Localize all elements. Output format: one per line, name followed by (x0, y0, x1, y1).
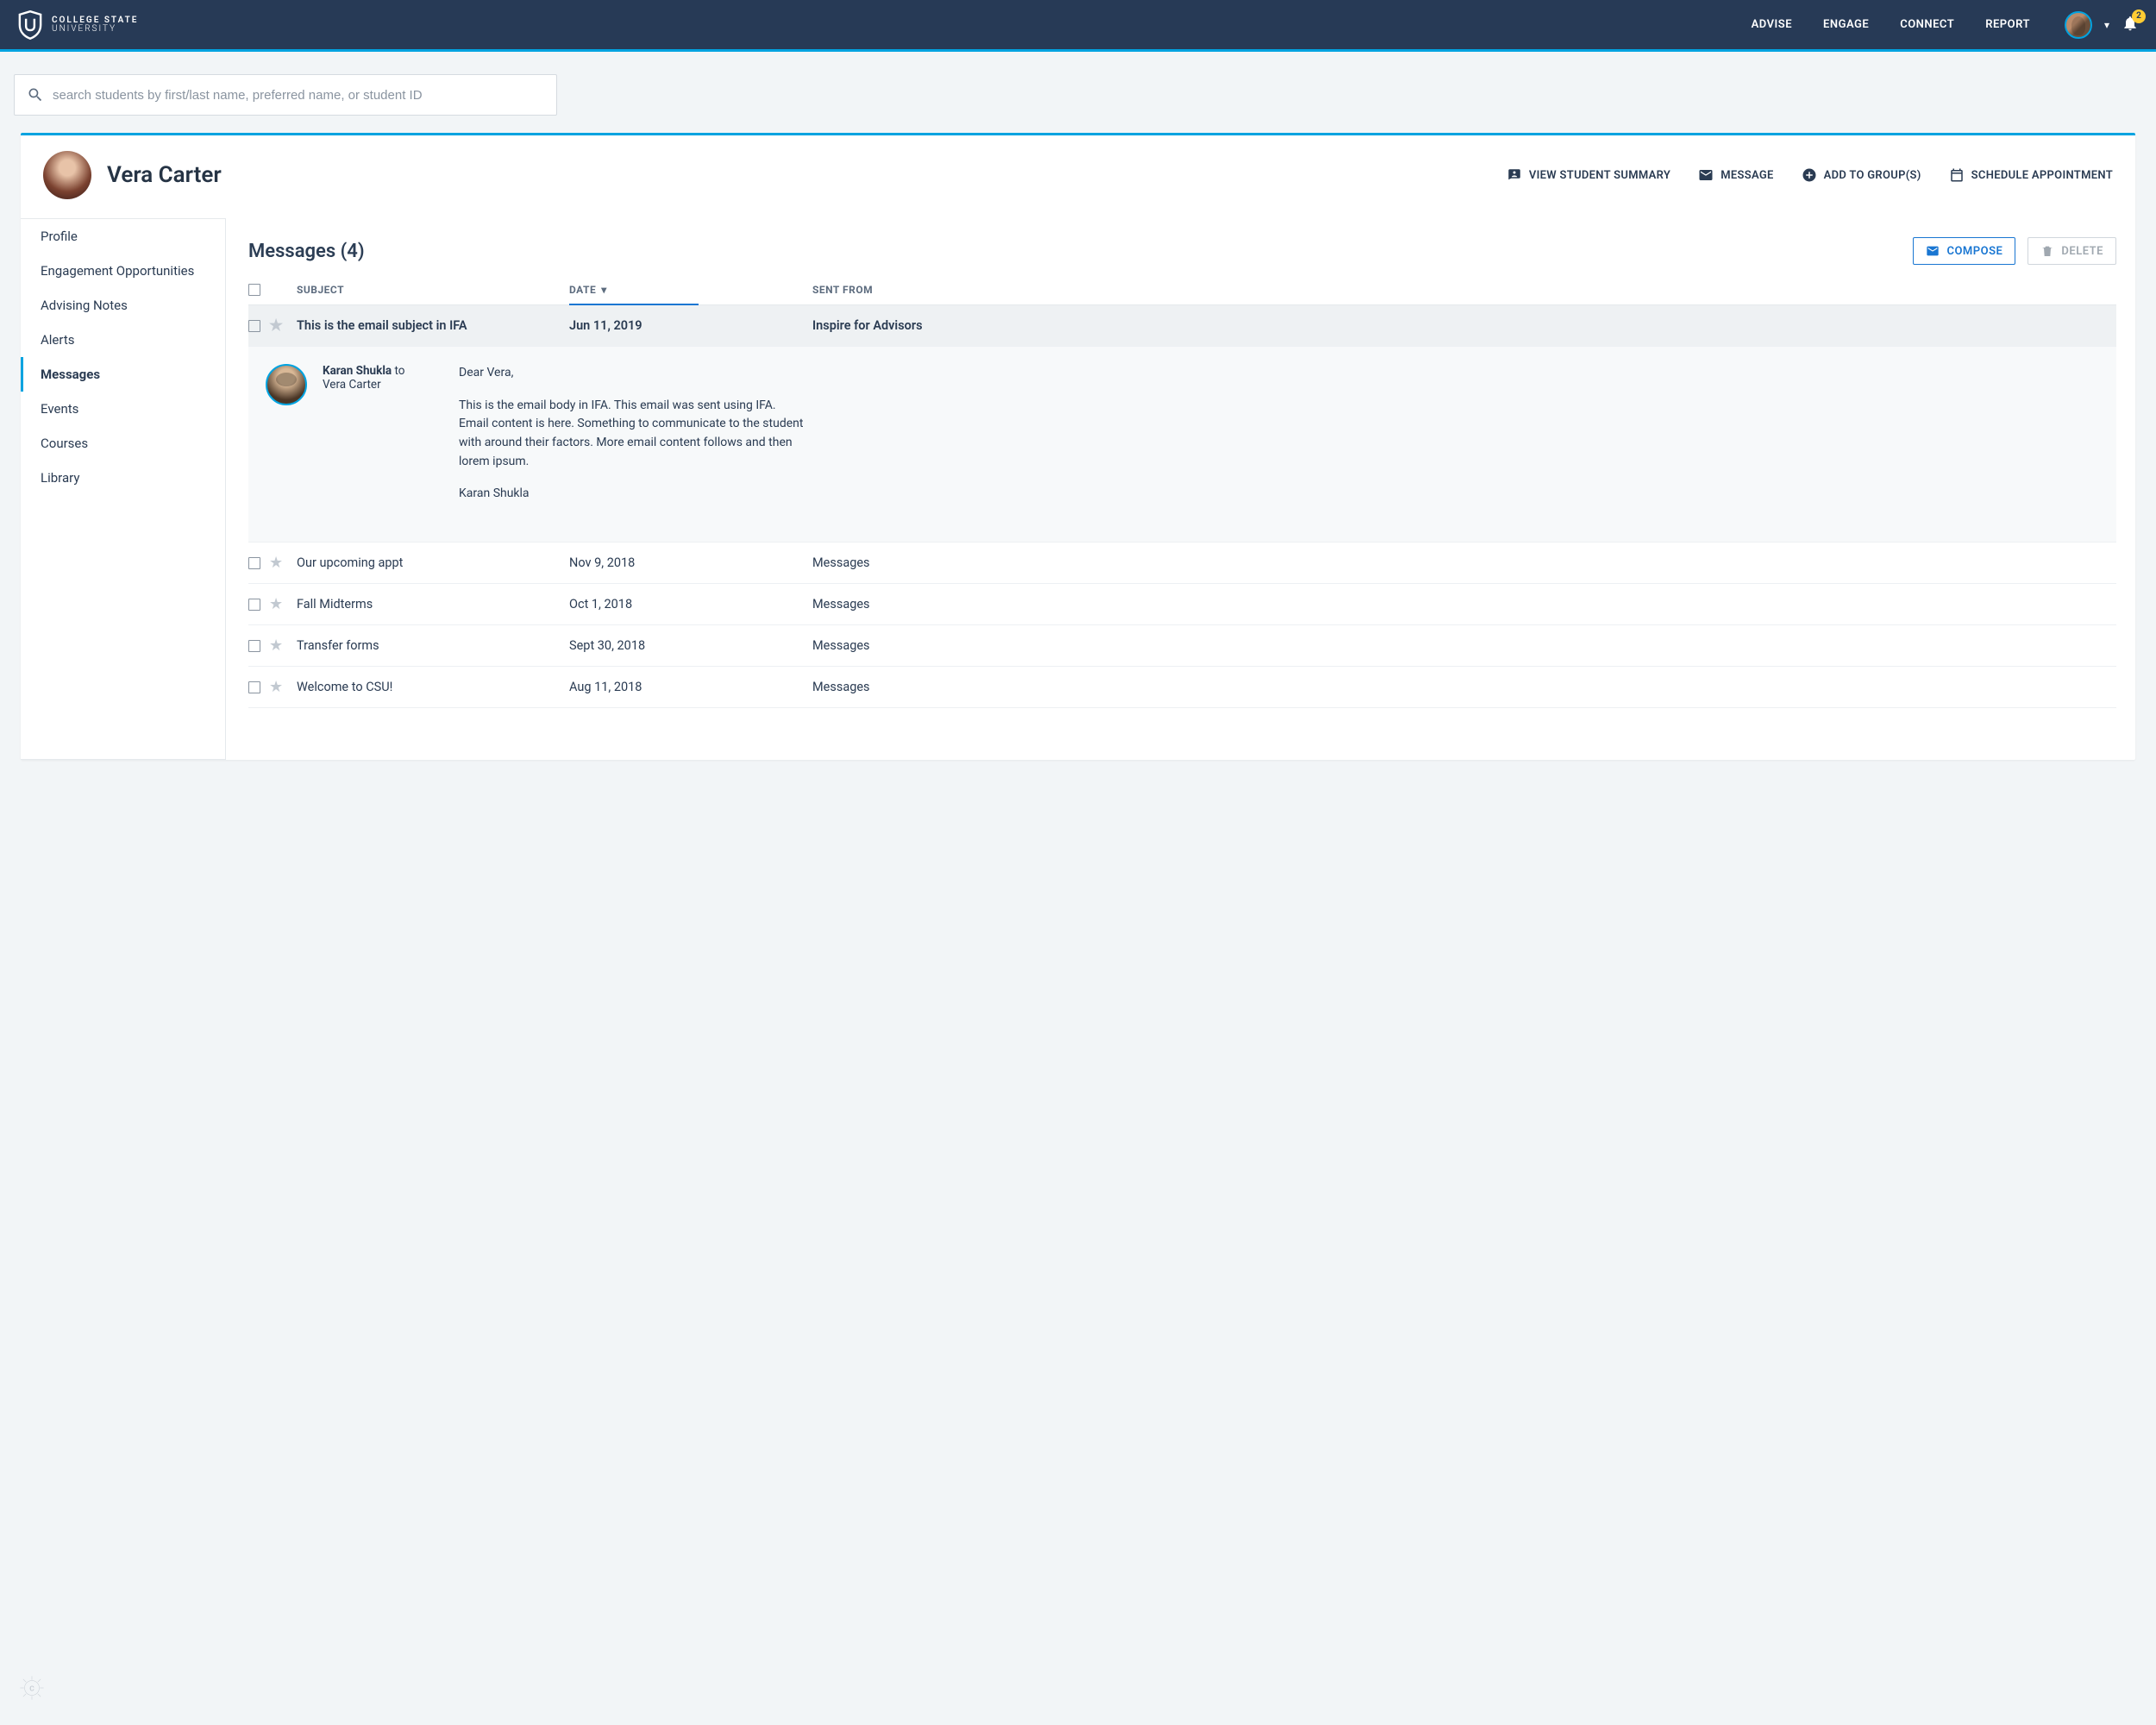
sidebar-item-advising[interactable]: Advising Notes (21, 288, 225, 323)
col-from[interactable]: SENT FROM (812, 284, 2116, 296)
delete-button[interactable]: DELETE (2028, 237, 2116, 265)
message-row[interactable]: ★ This is the email subject in IFA Jun 1… (248, 305, 2116, 347)
row-checkbox[interactable] (248, 640, 260, 652)
search-icon (27, 86, 44, 104)
brand: COLLEGE STATE UNIVERSITY (17, 10, 138, 40)
row-checkbox[interactable] (248, 557, 260, 569)
message-row[interactable]: ★ Our upcoming appt Nov 9, 2018 Messages (248, 543, 2116, 584)
message-meta: Karan Shukla to Vera Carter (323, 364, 443, 518)
sender-avatar (266, 364, 307, 405)
row-checkbox[interactable] (248, 320, 260, 332)
message-button[interactable]: MESSAGE (1698, 167, 1773, 183)
svg-text:C: C (29, 1684, 34, 1693)
star-icon[interactable]: ★ (269, 317, 283, 335)
search-container (14, 74, 557, 116)
sidebar-item-library[interactable]: Library (21, 461, 225, 495)
mail-icon (1698, 167, 1714, 183)
user-avatar[interactable] (2065, 11, 2092, 39)
topbar-right: ▾ 2 (2065, 11, 2139, 39)
watermark-icon: C (17, 1673, 47, 1703)
group-add-icon (1802, 167, 1817, 183)
sidebar-item-profile[interactable]: Profile (21, 219, 225, 254)
notification-badge: 2 (2132, 9, 2146, 23)
message-row[interactable]: ★ Transfer forms Sept 30, 2018 Messages (248, 625, 2116, 667)
sidebar-item-events[interactable]: Events (21, 392, 225, 426)
message-body: Dear Vera, This is the email body in IFA… (459, 364, 804, 518)
main-top: Messages (4) COMPOSE DELETE (248, 237, 2116, 265)
star-icon[interactable]: ★ (269, 554, 283, 572)
topbar: COLLEGE STATE UNIVERSITY ADVISE ENGAGE C… (0, 0, 2156, 52)
mail-icon (1926, 244, 1940, 258)
sort-desc-icon: ▾ (601, 284, 607, 296)
nav-connect[interactable]: CONNECT (1900, 18, 1954, 31)
select-all-checkbox[interactable] (248, 284, 260, 296)
trash-icon (2040, 244, 2054, 258)
search-input[interactable] (53, 88, 544, 103)
active-sort-underline (569, 304, 699, 305)
nav: ADVISE ENGAGE CONNECT REPORT (1752, 18, 2030, 31)
messages-title: Messages (4) (248, 241, 365, 262)
row-checkbox[interactable] (248, 681, 260, 693)
brand-line2: UNIVERSITY (52, 25, 138, 34)
star-icon[interactable]: ★ (269, 595, 283, 613)
nav-engage[interactable]: ENGAGE (1823, 18, 1869, 31)
student-card: Vera Carter VIEW STUDENT SUMMARY MESSAGE… (21, 133, 2135, 760)
star-icon[interactable]: ★ (269, 678, 283, 696)
table-header: SUBJECT DATE▾ SENT FROM (248, 284, 2116, 305)
contact-card-icon (1507, 167, 1522, 183)
message-row[interactable]: ★ Fall Midterms Oct 1, 2018 Messages (248, 584, 2116, 625)
message-row[interactable]: ★ Welcome to CSU! Aug 11, 2018 Messages (248, 667, 2116, 708)
student-avatar (43, 151, 91, 199)
sidebar-item-engagement[interactable]: Engagement Opportunities (21, 254, 225, 288)
notifications-button[interactable]: 2 (2122, 15, 2139, 35)
main-panel: Messages (4) COMPOSE DELETE SUBJECT DATE… (226, 218, 2135, 760)
search-section (0, 52, 2156, 133)
nav-advise[interactable]: ADVISE (1752, 18, 1792, 31)
add-to-group-button[interactable]: ADD TO GROUP(S) (1802, 167, 1921, 183)
sidebar-item-courses[interactable]: Courses (21, 426, 225, 461)
calendar-icon (1949, 167, 1965, 183)
brand-logo-icon (17, 10, 43, 40)
col-date[interactable]: DATE▾ (569, 284, 812, 296)
student-name: Vera Carter (107, 162, 222, 188)
star-icon[interactable]: ★ (269, 637, 283, 655)
card-header: Vera Carter VIEW STUDENT SUMMARY MESSAGE… (21, 135, 2135, 218)
schedule-appointment-button[interactable]: SCHEDULE APPOINTMENT (1949, 167, 2113, 183)
sidebar-item-messages[interactable]: Messages (21, 357, 225, 392)
row-checkbox[interactable] (248, 599, 260, 611)
sidebar-item-alerts[interactable]: Alerts (21, 323, 225, 357)
chevron-down-icon[interactable]: ▾ (2104, 19, 2109, 31)
sidebar: Profile Engagement Opportunities Advisin… (21, 218, 226, 760)
col-subject[interactable]: SUBJECT (297, 284, 569, 296)
compose-button[interactable]: COMPOSE (1913, 237, 2015, 265)
content-row: Profile Engagement Opportunities Advisin… (21, 218, 2135, 760)
view-summary-button[interactable]: VIEW STUDENT SUMMARY (1507, 167, 1670, 183)
brand-line1: COLLEGE STATE (52, 16, 138, 25)
nav-report[interactable]: REPORT (1985, 18, 2030, 31)
message-expanded: Karan Shukla to Vera Carter Dear Vera, T… (248, 347, 2116, 543)
header-actions: VIEW STUDENT SUMMARY MESSAGE ADD TO GROU… (1507, 167, 2113, 183)
